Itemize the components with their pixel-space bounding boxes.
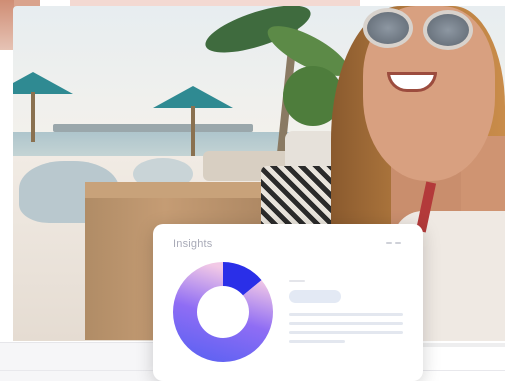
insights-donut-chart [173,262,273,362]
placeholder-line [289,340,345,343]
sunglasses-lens-right [423,10,473,50]
wood-box-top [85,182,285,198]
umbrella-canopy [153,86,233,108]
placeholder-line [289,313,403,316]
menu-dash [395,242,401,244]
placeholder-line [289,322,403,325]
sunglasses-lens-left [363,8,413,48]
menu-dash [386,242,392,244]
insights-card: Insights [153,224,423,381]
background-photo-edge [0,0,14,50]
umbrella-pole [31,92,35,142]
page: Insights [0,0,505,381]
placeholder-pill [289,290,341,303]
umbrella-canopy [13,72,73,94]
insights-title: Insights [173,238,213,250]
photo-pillow [285,131,337,171]
placeholder-line [289,331,403,334]
lower-panel [0,342,170,381]
lower-right-divider [420,343,505,347]
more-options-icon[interactable] [386,242,402,244]
photo-pillow-patterned [261,166,336,228]
placeholder-label [289,280,305,282]
umbrella-pole [191,106,195,156]
photo-pier [53,124,253,132]
